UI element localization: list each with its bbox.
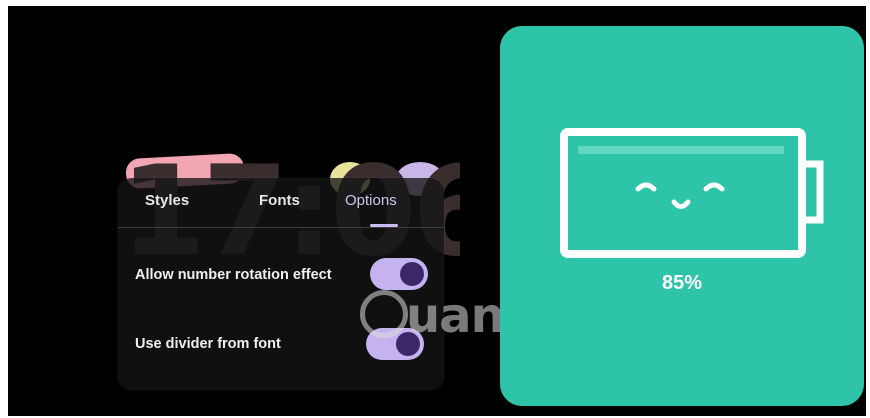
battery-percentage: 85%: [661, 272, 703, 294]
right-eye: [703, 182, 725, 192]
tab-options[interactable]: Options: [345, 192, 397, 209]
battery-terminal: [798, 160, 824, 224]
battery-card: 85%: [500, 26, 864, 406]
tab-styles[interactable]: Styles: [145, 192, 189, 209]
battery-illustration: [560, 128, 824, 258]
lightbulb-icon: [360, 290, 408, 338]
tab-bar: Styles Fonts Options: [118, 178, 444, 230]
smile: [671, 199, 691, 209]
screen-background: 17:06 Styles Fonts Options Allow number …: [8, 6, 866, 416]
option-label-divider-from-font: Use divider from font: [135, 336, 281, 352]
tab-divider: [118, 227, 444, 228]
tab-fonts[interactable]: Fonts: [259, 192, 300, 209]
left-eye: [635, 182, 657, 192]
settings-panel: Styles Fonts Options Allow number rotati…: [118, 178, 444, 390]
battery-shine: [578, 146, 784, 154]
option-label-rotation-effect: Allow number rotation effect: [135, 267, 332, 283]
toggle-knob: [400, 262, 424, 286]
